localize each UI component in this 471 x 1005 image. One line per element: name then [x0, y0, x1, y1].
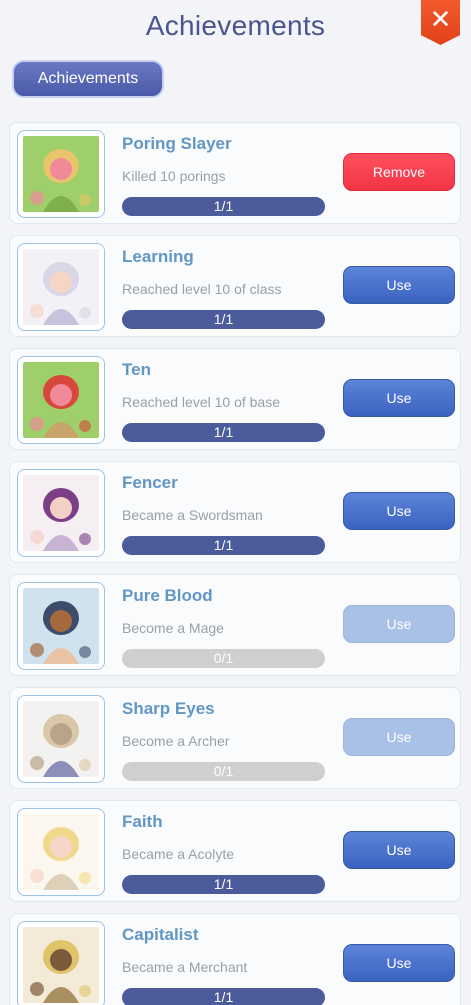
achievement-portrait-frame [17, 808, 105, 896]
achievement-description: Became a Acolyte [122, 846, 235, 862]
achievement-portrait-frame [17, 582, 105, 670]
achievement-portrait [23, 701, 99, 777]
achievement-portrait-frame [17, 243, 105, 331]
achievement-description: Become a Mage [122, 620, 224, 636]
achievement-name: Ten [122, 360, 151, 379]
achievement-progress-bar: 1/1 [122, 423, 325, 442]
achievement-description: Reached level 10 of base [122, 394, 280, 410]
achievement-portrait-frame [17, 356, 105, 444]
page-title: Achievements [145, 10, 326, 41]
achievement-portrait [23, 249, 99, 325]
achievement-portrait [23, 814, 99, 890]
achievement-name: Learning [122, 247, 194, 266]
achievement-progress-bar: 1/1 [122, 536, 325, 555]
header: Achievements ✕ [0, 0, 471, 58]
achievement-card: Sharp Eyes Become a Archer 0/1 Use [9, 687, 461, 789]
use-button[interactable]: Use [343, 379, 455, 417]
achievement-progress-bar: 1/1 [122, 875, 325, 894]
achievement-card: Fencer Became a Swordsman 1/1 Use [9, 461, 461, 563]
achievement-card: Learning Reached level 10 of class 1/1 U… [9, 235, 461, 337]
achievement-progress-bar: 0/1 [122, 649, 325, 668]
progress-text: 0/1 [213, 763, 234, 779]
achievement-card: Capitalist Became a Merchant 1/1 Use [9, 913, 461, 1005]
achievement-progress-bar: 0/1 [122, 762, 325, 781]
progress-text: 1/1 [213, 311, 234, 327]
achievement-progress-bar: 1/1 [122, 310, 325, 329]
achievement-portrait [23, 362, 99, 438]
achievement-name: Pure Blood [122, 586, 213, 605]
progress-text: 0/1 [213, 650, 234, 666]
progress-text: 1/1 [213, 989, 234, 1005]
achievement-description: Became a Merchant [122, 959, 248, 975]
achievement-description: Became a Swordsman [122, 507, 263, 523]
achievement-portrait-frame [17, 695, 105, 783]
tab-achievements[interactable]: Achievements [12, 60, 164, 98]
achievement-portrait-frame [17, 130, 105, 218]
achievement-progress-bar: 1/1 [122, 988, 325, 1005]
remove-button[interactable]: Remove [343, 153, 455, 191]
achievement-portrait-frame [17, 469, 105, 557]
achievement-portrait-frame [17, 921, 105, 1005]
achievement-name: Poring Slayer [122, 134, 232, 153]
achievement-card: Faith Became a Acolyte 1/1 Use [9, 800, 461, 902]
achievement-description: Become a Archer [122, 733, 230, 749]
use-button[interactable]: Use [343, 944, 455, 982]
achievement-name: Fencer [122, 473, 178, 492]
achievement-name: Capitalist [122, 925, 199, 944]
achievement-portrait [23, 136, 99, 212]
use-button[interactable]: Use [343, 605, 455, 643]
use-button[interactable]: Use [343, 492, 455, 530]
achievement-card: Ten Reached level 10 of base 1/1 Use [9, 348, 461, 450]
progress-text: 1/1 [213, 537, 234, 553]
progress-text: 1/1 [213, 198, 234, 214]
achievement-list: Poring Slayer Killed 10 porings 1/1 Remo… [9, 122, 461, 1005]
achievement-card: Pure Blood Become a Mage 0/1 Use [9, 574, 461, 676]
use-button[interactable]: Use [343, 831, 455, 869]
progress-text: 1/1 [213, 876, 234, 892]
achievement-description: Reached level 10 of class [122, 281, 282, 297]
achievement-portrait [23, 927, 99, 1003]
use-button[interactable]: Use [343, 266, 455, 304]
achievement-portrait [23, 588, 99, 664]
achievement-description: Killed 10 porings [122, 168, 226, 184]
achievement-name: Sharp Eyes [122, 699, 215, 718]
progress-text: 1/1 [213, 424, 234, 440]
use-button[interactable]: Use [343, 718, 455, 756]
achievement-progress-bar: 1/1 [122, 197, 325, 216]
achievement-name: Faith [122, 812, 163, 831]
achievement-card: Poring Slayer Killed 10 porings 1/1 Remo… [9, 122, 461, 224]
achievement-portrait [23, 475, 99, 551]
